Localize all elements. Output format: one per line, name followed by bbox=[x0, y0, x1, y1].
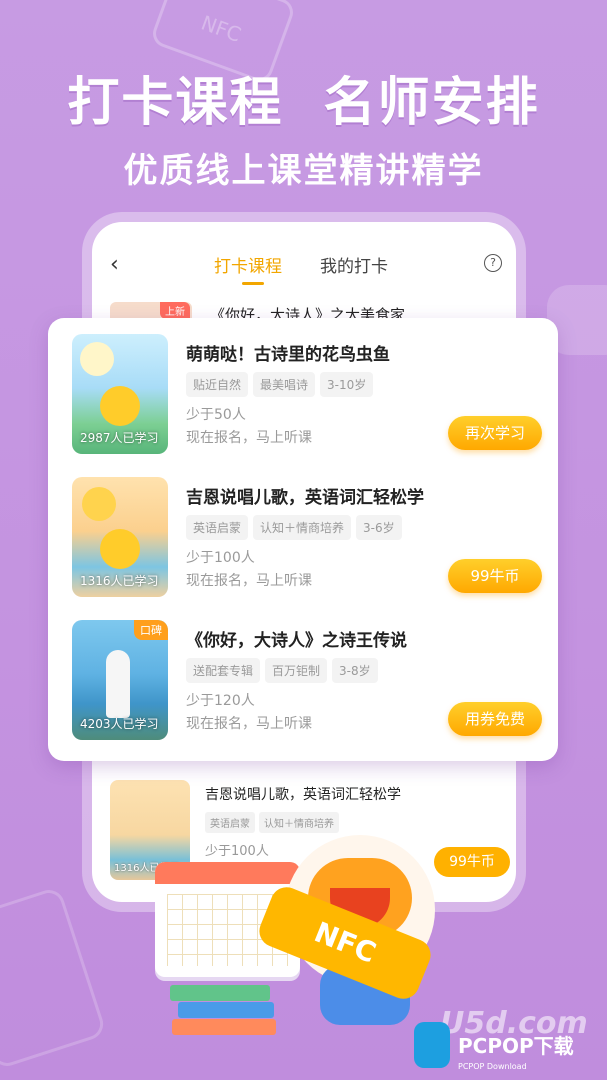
mascot-figure bbox=[100, 386, 140, 426]
tag: 最美唱诗 bbox=[253, 372, 316, 397]
signup-text: 现在报名，马上听课 bbox=[186, 716, 312, 732]
watermark-sub: PCPOP Download bbox=[458, 1062, 527, 1071]
capacity-text: 少于100人 bbox=[205, 844, 269, 859]
tag: 英语启蒙 bbox=[205, 812, 255, 833]
list-item[interactable]: 2987人已学习 萌萌哒！古诗里的花鸟虫鱼 贴近自然 最美唱诗 3-10岁 少于50… bbox=[72, 334, 542, 454]
help-icon[interactable]: ? bbox=[484, 254, 502, 272]
course-thumbnail: 1316人已学习 bbox=[72, 477, 168, 597]
headline-main: 打卡课程 名师安排 bbox=[67, 73, 540, 133]
learner-count: 4203人已学习 bbox=[80, 717, 159, 731]
capacity-text: 少于100人 bbox=[186, 550, 255, 566]
poet-figure bbox=[106, 650, 130, 718]
book bbox=[172, 1019, 276, 1035]
learner-count: 1316人已学习 bbox=[80, 574, 159, 588]
tag-list: 英语启蒙 认知＋情商培养 3-6岁 bbox=[186, 515, 407, 540]
price-button[interactable]: 99牛币 bbox=[434, 847, 510, 877]
tag: 英语启蒙 bbox=[186, 515, 249, 540]
signup-text: 现在报名，马上听课 bbox=[186, 430, 312, 446]
capacity-text: 少于50人 bbox=[186, 407, 246, 423]
top-nav: ‹ 打卡课程 我的打卡 ? bbox=[92, 222, 516, 292]
list-item[interactable]: 1316人已学习 吉恩说唱儿歌，英语词汇轻松学 英语启蒙 认知＋情商培养 3-6岁 … bbox=[72, 477, 542, 597]
course-title: 萌萌哒！古诗里的花鸟虫鱼 bbox=[186, 345, 390, 365]
price-button[interactable]: 99牛币 bbox=[448, 559, 542, 593]
list-item[interactable]: 口碑 4203人已学习 《你好，大诗人》之诗王传说 送配套专辑 百万钜制 3-8岁 … bbox=[72, 620, 542, 740]
calendar-header bbox=[155, 862, 300, 884]
tag-list: 英语启蒙 认知＋情商培养 bbox=[205, 812, 343, 833]
book bbox=[170, 985, 270, 1001]
watermark-logo bbox=[414, 1022, 450, 1068]
tab-my-checkin[interactable]: 我的打卡 bbox=[320, 252, 388, 277]
course-title: 吉恩说唱儿歌，英语词汇轻松学 bbox=[186, 488, 424, 508]
tag: 3-6岁 bbox=[356, 515, 402, 540]
course-title: 吉恩说唱儿歌，英语词汇轻松学 bbox=[205, 787, 401, 803]
sun-decoration bbox=[80, 342, 114, 376]
course-list-card: 2987人已学习 萌萌哒！古诗里的花鸟虫鱼 贴近自然 最美唱诗 3-10岁 少于50… bbox=[48, 318, 558, 761]
nfc-card-text: NFC bbox=[198, 10, 245, 47]
tag: 百万钜制 bbox=[265, 658, 328, 683]
tag: 认知＋情商培养 bbox=[253, 515, 352, 540]
tag: 3-8岁 bbox=[332, 658, 378, 683]
tag-list: 送配套专辑 百万钜制 3-8岁 bbox=[186, 658, 383, 683]
books-illustration bbox=[170, 985, 280, 1040]
capacity-text: 少于120人 bbox=[186, 693, 255, 709]
use-coupon-button[interactable]: 用券免费 bbox=[448, 702, 542, 736]
tag: 送配套专辑 bbox=[186, 658, 261, 683]
card-decoration bbox=[0, 885, 108, 1071]
tag: 认知＋情商培养 bbox=[259, 812, 339, 833]
learner-count: 2987人已学习 bbox=[80, 431, 159, 445]
study-again-button[interactable]: 再次学习 bbox=[448, 416, 542, 450]
watermark-brand: PCPOP下载 bbox=[458, 1034, 574, 1058]
tab-checkin-courses[interactable]: 打卡课程 bbox=[214, 252, 282, 285]
tag: 3-10岁 bbox=[320, 372, 374, 397]
new-badge: 上新 bbox=[160, 302, 190, 319]
mascot-figure bbox=[100, 529, 140, 569]
tag: 贴近自然 bbox=[186, 372, 249, 397]
back-icon[interactable]: ‹ bbox=[110, 252, 119, 277]
book bbox=[178, 1002, 274, 1018]
sun-decoration bbox=[82, 487, 116, 521]
tag-list: 贴近自然 最美唱诗 3-10岁 bbox=[186, 372, 378, 397]
signup-text: 现在报名，马上听课 bbox=[186, 573, 312, 589]
course-thumbnail: 口碑 4203人已学习 bbox=[72, 620, 168, 740]
nfc-tag-text: NFC bbox=[309, 915, 381, 970]
reputation-badge: 口碑 bbox=[134, 620, 168, 640]
course-thumbnail: 2987人已学习 bbox=[72, 334, 168, 454]
headline-sub: 优质线上课堂精讲精学 bbox=[123, 151, 484, 191]
course-title: 《你好，大诗人》之诗王传说 bbox=[186, 631, 407, 651]
